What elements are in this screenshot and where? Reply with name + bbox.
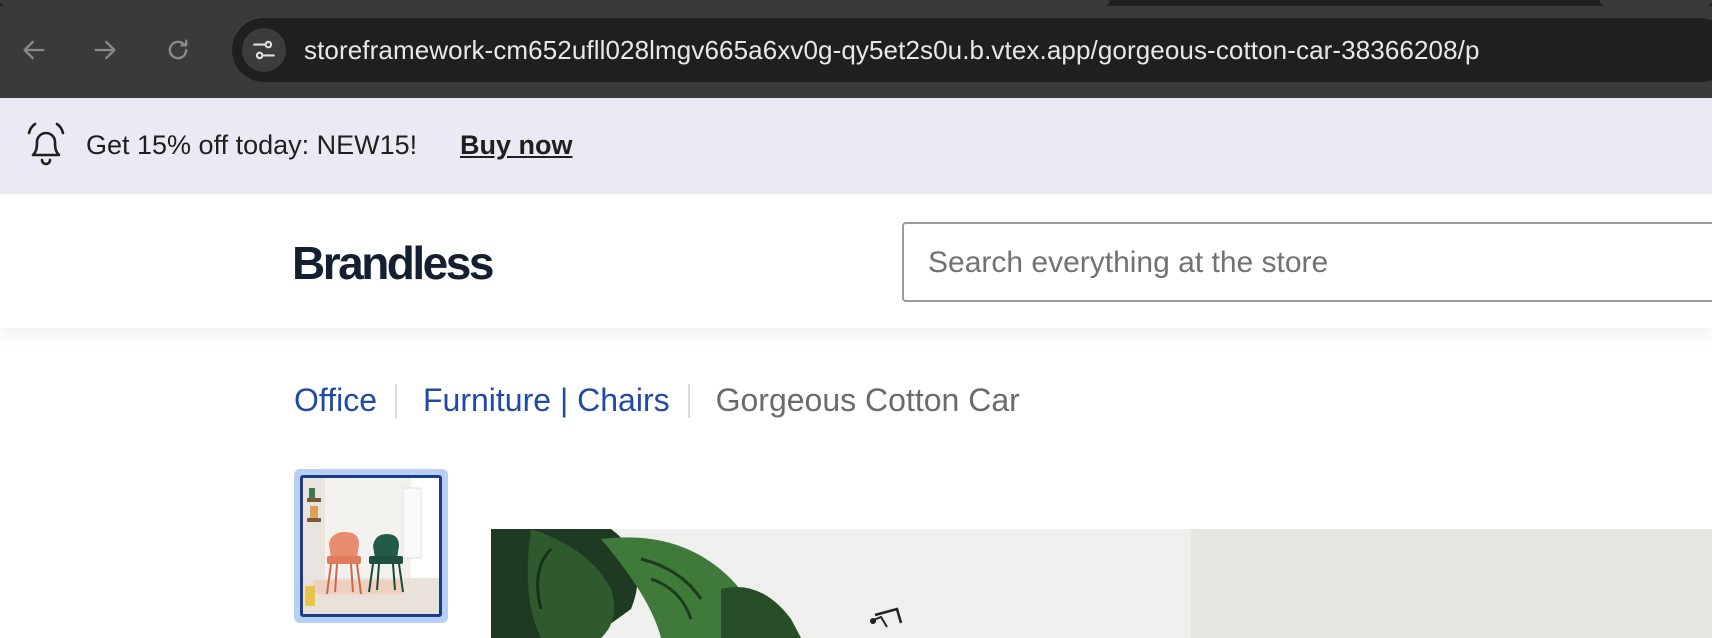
product-main-image xyxy=(491,529,1712,638)
site-info-button[interactable] xyxy=(242,28,286,72)
plant-photo xyxy=(491,529,1712,638)
active-tab-edge xyxy=(0,0,1110,6)
tune-icon xyxy=(253,40,275,60)
inactive-tab-edge xyxy=(1600,0,1712,6)
breadcrumb-office[interactable]: Office xyxy=(294,382,377,419)
reload-button[interactable] xyxy=(156,28,200,72)
back-button[interactable] xyxy=(12,28,56,72)
site-header: Brandless xyxy=(0,194,1712,328)
breadcrumb: Office Furniture | Chairs Gorgeous Cotto… xyxy=(294,382,1020,419)
reload-icon xyxy=(168,39,188,60)
breadcrumb-current: Gorgeous Cotton Car xyxy=(715,382,1020,418)
search-box[interactable] xyxy=(902,222,1712,302)
bell-icon xyxy=(27,122,65,166)
arrow-right-icon xyxy=(94,40,116,60)
tab-strip xyxy=(0,0,1712,6)
url-text[interactable]: storeframework-cm652ufll028lmgv665a6xv0g… xyxy=(304,35,1480,66)
chairs-photo xyxy=(303,478,439,614)
brand-logo[interactable]: Brandless xyxy=(292,236,494,290)
arrow-left-icon xyxy=(23,40,45,60)
product-thumbnail-selected[interactable] xyxy=(294,469,448,623)
browser-toolbar: storeframework-cm652ufll028lmgv665a6xv0g… xyxy=(0,0,1712,98)
breadcrumb-divider xyxy=(395,383,397,418)
search-input[interactable] xyxy=(928,244,1688,282)
breadcrumb-furniture-chairs[interactable]: Furniture | Chairs xyxy=(423,382,670,419)
address-bar[interactable]: storeframework-cm652ufll028lmgv665a6xv0g… xyxy=(232,18,1712,82)
buy-now-link[interactable]: Buy now xyxy=(460,130,573,161)
breadcrumb-divider xyxy=(687,383,690,418)
forward-button[interactable] xyxy=(83,28,127,72)
promo-text: Get 15% off today: NEW15! xyxy=(86,130,418,160)
promo-bar: Get 15% off today: NEW15! Buy now xyxy=(0,98,1712,194)
thumbnail-image xyxy=(300,475,442,617)
